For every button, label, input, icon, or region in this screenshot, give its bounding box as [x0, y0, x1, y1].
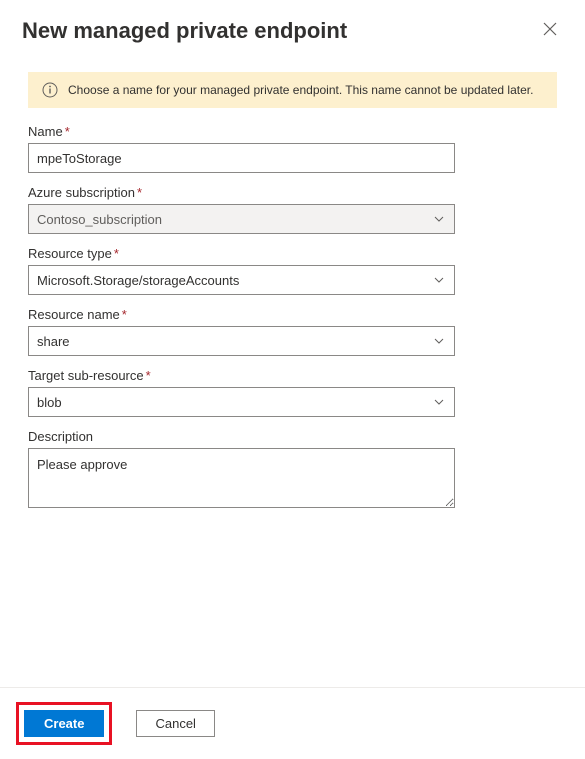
resource-name-label: Resource name*: [28, 307, 557, 322]
required-indicator: *: [65, 124, 70, 139]
resource-type-label: Resource type*: [28, 246, 557, 261]
name-label: Name*: [28, 124, 557, 139]
required-indicator: *: [137, 185, 142, 200]
subscription-label: Azure subscription*: [28, 185, 557, 200]
info-message: Choose a name for your managed private e…: [68, 83, 533, 97]
target-sub-resource-label: Target sub-resource*: [28, 368, 557, 383]
resource-type-value: Microsoft.Storage/storageAccounts: [37, 273, 239, 288]
name-input[interactable]: [28, 143, 455, 173]
close-button[interactable]: [539, 18, 561, 42]
description-label: Description: [28, 429, 557, 444]
description-input[interactable]: [28, 448, 455, 508]
close-icon: [543, 23, 557, 39]
resource-name-select[interactable]: share: [28, 326, 455, 356]
page-title: New managed private endpoint: [22, 18, 347, 44]
cancel-button[interactable]: Cancel: [136, 710, 214, 737]
resource-type-select[interactable]: Microsoft.Storage/storageAccounts: [28, 265, 455, 295]
info-icon: [42, 82, 58, 98]
subscription-value: Contoso_subscription: [37, 212, 162, 227]
resource-name-value: share: [37, 334, 70, 349]
required-indicator: *: [122, 307, 127, 322]
create-button[interactable]: Create: [24, 710, 104, 737]
required-indicator: *: [114, 246, 119, 261]
required-indicator: *: [146, 368, 151, 383]
target-sub-resource-select[interactable]: blob: [28, 387, 455, 417]
info-banner: Choose a name for your managed private e…: [28, 72, 557, 108]
target-sub-resource-value: blob: [37, 395, 62, 410]
subscription-select[interactable]: Contoso_subscription: [28, 204, 455, 234]
create-button-highlight: Create: [16, 702, 112, 745]
